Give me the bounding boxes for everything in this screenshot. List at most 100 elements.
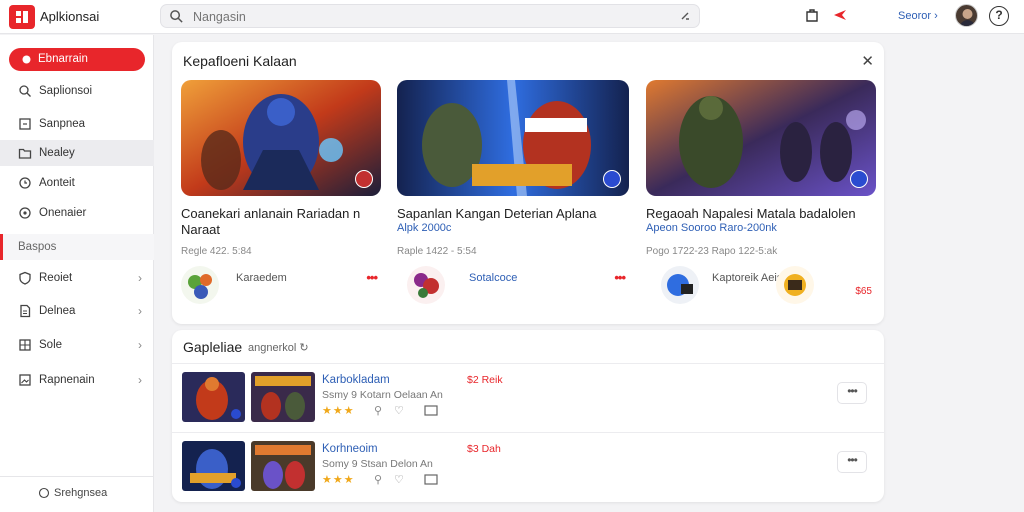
game-thumbnail-image[interactable] (182, 441, 245, 491)
game-subtitle: Alpk 2000c (397, 222, 452, 234)
rating-stars: ★★★ (322, 405, 355, 417)
platform-badge-icon (355, 170, 373, 188)
chevron-right-icon: › (138, 304, 142, 318)
rating-stars: ★★★ (322, 474, 355, 486)
list-panel: Gapleliae angnerkol ↻ Karbokladam Ssmy 9… (172, 330, 884, 502)
item-title: Korhneoim (322, 443, 378, 455)
game-price: $65 (855, 286, 872, 297)
game-thumbnail-image[interactable] (182, 372, 245, 422)
sidebar-item-clock[interactable]: Aonteit (0, 170, 154, 196)
app-title: Aplkionsai (40, 9, 100, 24)
sidebar-footer-label: Srehgnsea (54, 487, 108, 499)
image-icon (19, 374, 31, 386)
folder-icon (18, 148, 32, 159)
panel-title: Kepafloeni Kalaan (183, 53, 297, 69)
item-price: $2 Reik (467, 374, 503, 386)
sidebar-item-label: Sole (39, 339, 63, 351)
game-title: Sapanlan Kangan Deterian Aplana (397, 206, 597, 221)
search-input[interactable] (193, 8, 633, 25)
search-bar[interactable] (160, 4, 700, 28)
game-thumbnail-image[interactable] (251, 441, 315, 491)
sidebar-item-label: Delnea (39, 305, 76, 317)
chevron-right-icon: › (138, 338, 142, 352)
list-item[interactable]: Karbokladam Ssmy 9 Kotarn Oelaan An ★★★ … (172, 363, 884, 431)
info-icon (38, 487, 50, 499)
platform-badge-icon (850, 170, 868, 188)
game-subtitle: Apeon Sooroo Raro-200nk (646, 222, 777, 234)
game-thumbnail-image[interactable] (251, 372, 315, 422)
list-subtitle[interactable]: angnerkol ↻ (248, 341, 309, 354)
sidebar-item-grid[interactable]: Sole › (0, 332, 154, 358)
clock-icon (19, 177, 31, 189)
sidebar-item-folder[interactable]: Nealey (0, 140, 154, 166)
sidebar-footer-item[interactable]: Srehgnsea (38, 487, 108, 499)
avatar[interactable] (955, 4, 978, 27)
sidebar-item-document[interactable]: Delnea › (0, 298, 154, 324)
monitor-icon[interactable] (424, 474, 438, 485)
chevron-right-icon: › (138, 271, 142, 285)
gem-icon (181, 266, 219, 304)
gem-icon (407, 266, 445, 304)
sidebar-item-target[interactable]: Onenaier (0, 200, 154, 226)
grid-icon (19, 339, 31, 351)
sidebar-item-search[interactable]: Saplionsoi (0, 78, 154, 104)
game-meta: Pogo 1722-23 Rapo 122-5:ak (646, 246, 778, 257)
game-title: Coanekari anlanain Rariadan n Naraat (181, 206, 361, 237)
search-icon (170, 10, 183, 23)
notification-icon[interactable] (832, 7, 848, 23)
featured-panel: Kepafloeni Kalaan ✕ Coanekari anlanain R… (172, 42, 884, 324)
item-subtitle: Ssmy 9 Kotarn Oelaan An (322, 389, 443, 401)
pin-icon[interactable]: ⚲ (374, 473, 382, 486)
more-icon[interactable]: ••• (366, 270, 378, 285)
game-title: Regaoah Napalesi Matala badalolen (646, 206, 856, 221)
sidebar-item-shield[interactable]: Reoiet › (0, 265, 154, 291)
sidebar-item-label: Onenaier (39, 207, 87, 219)
monitor-icon[interactable] (424, 405, 438, 416)
sidebar-item-active[interactable]: Ebnarrain (9, 48, 145, 71)
platform-badge-icon (603, 170, 621, 188)
more-icon[interactable]: ••• (614, 270, 626, 285)
close-icon[interactable]: ✕ (861, 52, 874, 70)
more-options-button[interactable]: ••• (837, 451, 867, 473)
sidebar: Ebnarrain Saplionsoi Sanpnea Nealey Aont… (0, 35, 154, 512)
more-options-button[interactable]: ••• (837, 382, 867, 404)
sidebar-item-square[interactable]: Sanpnea (0, 111, 154, 137)
bag-icon[interactable] (804, 7, 820, 23)
shield-icon (19, 271, 31, 285)
refresh-icon: ↻ (299, 342, 309, 354)
game-cover-image[interactable] (646, 80, 876, 196)
developer-label: Sotalcoce (469, 272, 518, 284)
heart-icon[interactable]: ♡ (394, 473, 404, 486)
chevron-right-icon: › (934, 10, 938, 22)
heart-icon[interactable]: ♡ (394, 404, 404, 417)
sidebar-item-label: Aonteit (39, 177, 75, 189)
sidebar-item-image[interactable]: Rapnenain › (0, 367, 154, 393)
sidebar-section-header: Baspos (0, 234, 154, 260)
sidebar-section-label: Baspos (18, 241, 57, 253)
help-button[interactable]: ? (989, 6, 1009, 26)
tool-icon (776, 266, 814, 304)
sidebar-divider (0, 476, 154, 477)
mic-icon[interactable] (679, 10, 691, 22)
home-icon (22, 55, 31, 64)
app-logo-icon[interactable] (9, 5, 35, 29)
sidebar-item-label: Sanpnea (39, 118, 86, 130)
document-icon (20, 304, 31, 318)
developer-label: Karaedem (236, 272, 287, 284)
sidebar-item-label: Saplionsoi (39, 85, 93, 97)
game-meta: Regle 422. 5:84 (181, 246, 252, 257)
top-bar: Aplkionsai Seoror › ? (0, 0, 1024, 34)
search-icon (19, 85, 31, 97)
item-price: $3 Dah (467, 443, 501, 455)
item-subtitle: Somy 9 Stsan Delon An (322, 458, 433, 470)
square-icon (19, 118, 31, 130)
game-card[interactable]: Regaoah Napalesi Matala badalolen Apeon … (646, 80, 876, 320)
game-cover-image[interactable] (397, 80, 629, 196)
list-item[interactable]: Korhneoim Somy 9 Stsan Delon An ★★★ ⚲ ♡ … (172, 432, 884, 500)
game-card[interactable]: Sapanlan Kangan Deterian Aplana Alpk 200… (397, 80, 629, 320)
game-card[interactable]: Coanekari anlanain Rariadan n Naraat Reg… (181, 80, 381, 320)
game-cover-image[interactable] (181, 80, 381, 196)
user-name[interactable]: Seoror › (898, 10, 938, 22)
item-title: Karbokladam (322, 374, 390, 386)
pin-icon[interactable]: ⚲ (374, 404, 382, 417)
